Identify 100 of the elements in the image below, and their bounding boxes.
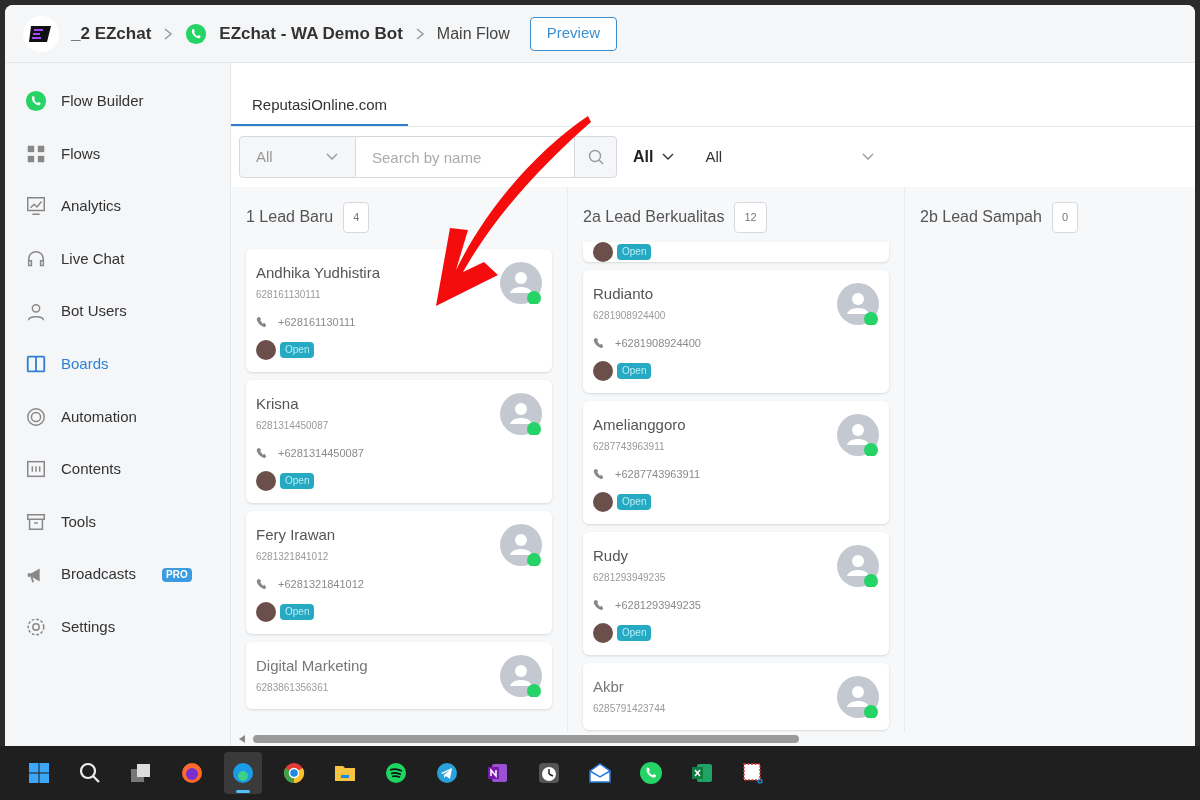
sidebar-item[interactable]: Live Chat bbox=[5, 232, 230, 286]
contact-id: 6287743963911 bbox=[593, 439, 666, 454]
clock-icon bbox=[537, 761, 561, 785]
contact-name: Rudianto bbox=[593, 284, 655, 304]
windows-icon bbox=[27, 761, 51, 785]
contact-avatar-icon bbox=[837, 676, 879, 718]
phone-number: +6281314450087 bbox=[278, 445, 364, 461]
breadcrumb-link[interactable]: Main Flow bbox=[436, 21, 510, 46]
agent-avatar-icon bbox=[256, 602, 276, 622]
contact-name: Andhika Yudhistira bbox=[256, 263, 381, 283]
filter-select[interactable]: All bbox=[705, 145, 876, 169]
browser-icon bbox=[231, 761, 255, 785]
ring-icon bbox=[25, 405, 47, 428]
contact-name: Krisna bbox=[256, 394, 300, 414]
status-badge: Open bbox=[617, 625, 652, 641]
count-badge: 4 bbox=[343, 201, 370, 233]
filter-select[interactable]: All bbox=[633, 145, 676, 169]
chevron-right-icon bbox=[414, 27, 425, 40]
contact-id: 6281293949235 bbox=[593, 570, 667, 585]
agent-avatar-icon bbox=[256, 471, 276, 491]
status-badge: Open bbox=[280, 342, 315, 358]
whatsapp-icon bbox=[25, 90, 47, 113]
status-badge: Open bbox=[280, 473, 315, 489]
contact-id: 6283861356361 bbox=[256, 680, 330, 695]
column-title: 2a Lead Berkualitas bbox=[583, 207, 725, 227]
preview-button[interactable]: Preview bbox=[529, 16, 618, 51]
status-badge: Open bbox=[617, 494, 652, 510]
sidebar-item[interactable]: Flows bbox=[5, 127, 230, 181]
phone-number: +6281293949235 bbox=[615, 597, 701, 613]
phone-icon bbox=[593, 467, 605, 480]
status-badge: Open bbox=[617, 363, 652, 379]
contact-id: 628161130111 bbox=[256, 287, 322, 302]
sidebar-item[interactable]: Tools bbox=[5, 495, 230, 549]
whatsapp-icon bbox=[185, 22, 208, 45]
sidebar-item[interactable]: Boards bbox=[5, 337, 230, 391]
contact-avatar-icon bbox=[500, 524, 542, 566]
phone-number: +6281321841012 bbox=[278, 576, 364, 592]
phone-icon bbox=[593, 336, 605, 349]
phone-icon bbox=[256, 446, 268, 459]
status-badge: Open bbox=[617, 244, 652, 260]
breadcrumb-link[interactable]: _2 EZchat bbox=[71, 20, 152, 47]
notebook-icon bbox=[486, 761, 510, 785]
contact-name: Digital Marketing bbox=[256, 656, 369, 676]
agent-avatar-icon bbox=[593, 242, 613, 262]
paper-plane-icon bbox=[435, 761, 459, 785]
sidebar-item[interactable]: Contents bbox=[5, 443, 230, 496]
search-icon bbox=[587, 149, 604, 165]
count-badge: 0 bbox=[1051, 201, 1078, 233]
column-title: 2b Lead Sampah bbox=[920, 207, 1042, 227]
scroll-left-icon[interactable] bbox=[239, 735, 245, 743]
contact-avatar-icon bbox=[837, 283, 879, 325]
contact-name: Rudy bbox=[593, 546, 630, 566]
whatsapp-icon bbox=[639, 761, 663, 785]
browser-icon bbox=[282, 761, 306, 785]
envelope-icon bbox=[588, 761, 612, 785]
taskbar-button[interactable] bbox=[224, 752, 262, 794]
contact-avatar-icon bbox=[837, 414, 879, 456]
sidebar-item[interactable]: Flow Builder bbox=[5, 75, 230, 128]
agent-avatar-icon bbox=[593, 492, 613, 512]
tab[interactable]: ReputasiOnline.com bbox=[231, 86, 409, 126]
search-field[interactable]: Search by name bbox=[356, 136, 574, 178]
phone-icon bbox=[593, 598, 605, 611]
contact-avatar-icon bbox=[500, 655, 542, 697]
contact-name: Akbr bbox=[593, 677, 625, 697]
status-badge: Open bbox=[280, 604, 315, 620]
search-icon bbox=[78, 761, 102, 785]
horizontal-scrollbar[interactable] bbox=[253, 735, 799, 743]
contact-id: 6281908924400 bbox=[593, 308, 667, 323]
contact-name: Amelianggoro bbox=[593, 415, 687, 435]
contact-id: 6285791423744 bbox=[593, 701, 667, 716]
contact-avatar-icon bbox=[837, 545, 879, 587]
contact-id: 6281314450087 bbox=[256, 418, 330, 433]
sidebar-item[interactable]: Bot Users bbox=[5, 285, 230, 338]
agent-avatar-icon bbox=[593, 361, 613, 381]
pro-badge: PRO bbox=[162, 567, 192, 582]
chart-icon bbox=[25, 195, 47, 218]
sidebar-item[interactable]: Settings bbox=[5, 600, 230, 654]
phone-icon bbox=[256, 315, 268, 328]
chevron-right-icon bbox=[163, 27, 174, 40]
sidebar-item[interactable]: Broadcasts PRO bbox=[5, 548, 230, 601]
breadcrumb-link[interactable]: EZchat - WA Demo Bot bbox=[219, 20, 403, 47]
agent-avatar-icon bbox=[256, 340, 276, 360]
phone-number: +6287743963911 bbox=[615, 466, 701, 482]
music-icon bbox=[384, 761, 408, 785]
contact-id: 6281321841012 bbox=[256, 549, 330, 564]
phone-number: +628161130111 bbox=[278, 314, 356, 330]
contact-avatar-icon bbox=[500, 262, 542, 304]
column-title: 1 Lead Baru bbox=[246, 207, 334, 227]
windows-stack-icon bbox=[129, 761, 153, 785]
agent-avatar-icon bbox=[593, 623, 613, 643]
spreadsheet-icon bbox=[690, 761, 714, 785]
count-badge: 12 bbox=[734, 201, 767, 233]
logo-icon[interactable] bbox=[23, 15, 59, 52]
globe-flame-icon bbox=[180, 761, 204, 785]
phone-icon bbox=[256, 577, 268, 590]
scissors-icon bbox=[741, 761, 765, 785]
sidebar-item[interactable]: Automation bbox=[5, 390, 230, 444]
sidebar-item[interactable]: Analytics bbox=[5, 180, 230, 233]
phone-number: +6281908924400 bbox=[615, 335, 701, 351]
contact-name: Fery Irawan bbox=[256, 525, 337, 545]
